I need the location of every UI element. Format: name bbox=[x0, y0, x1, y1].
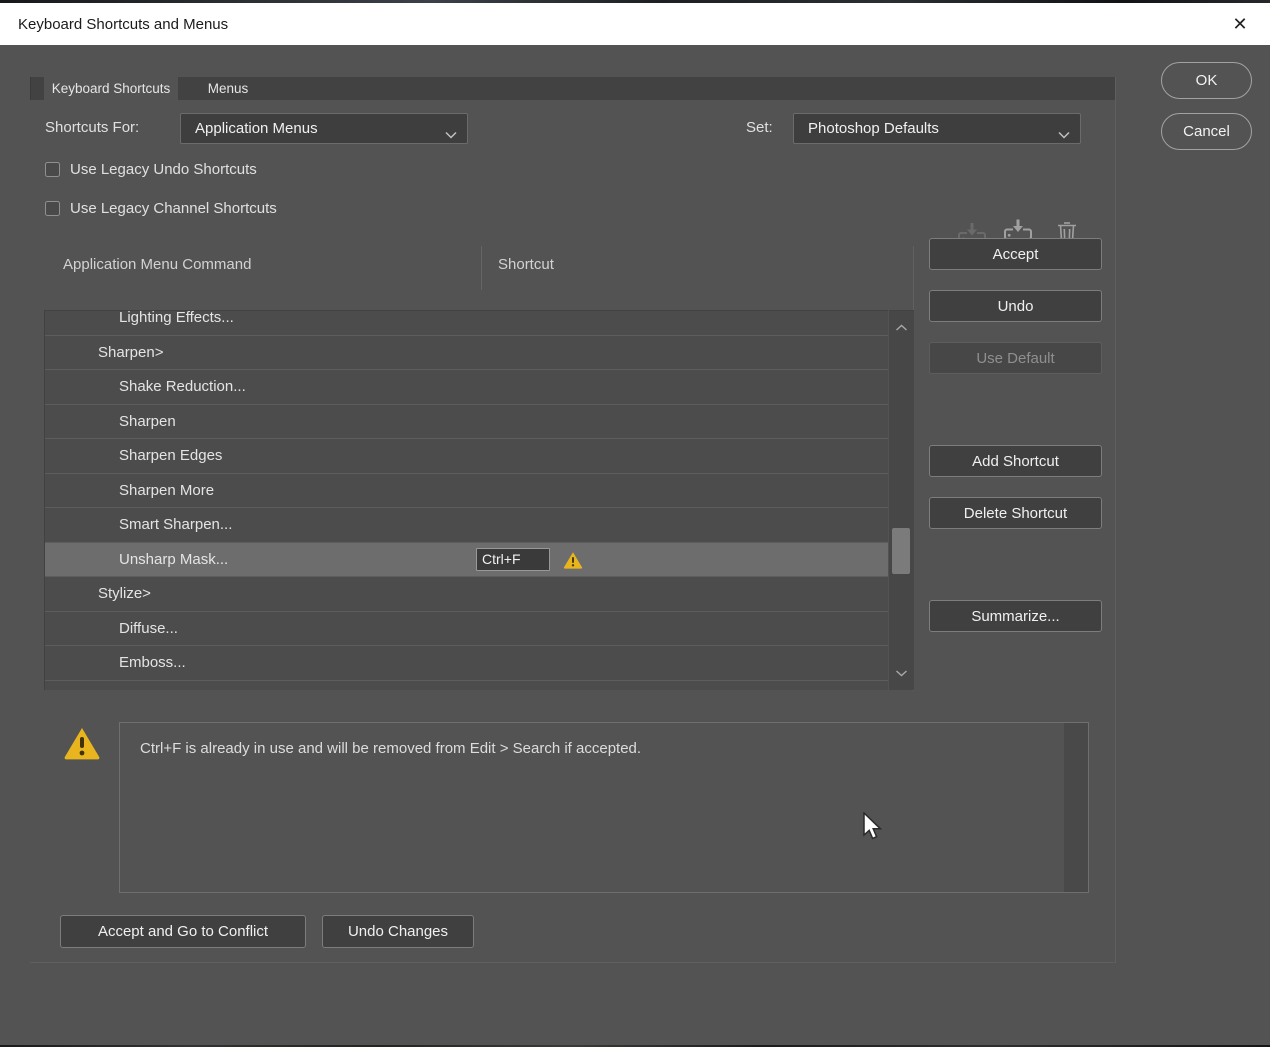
column-header-command: Application Menu Command bbox=[63, 256, 252, 273]
chevron-down-icon bbox=[445, 126, 457, 143]
close-icon[interactable]: ✕ bbox=[1214, 3, 1266, 45]
row-label: Extrude... bbox=[45, 689, 183, 690]
row-label: Smart Sharpen... bbox=[119, 516, 233, 534]
legacy-undo-row: Use Legacy Undo Shortcuts bbox=[45, 160, 257, 178]
row-label: Sharpen More bbox=[119, 481, 215, 499]
table-row[interactable]: Sharpen Edges bbox=[45, 439, 888, 474]
warning-icon bbox=[63, 726, 101, 765]
row-label: Sharpen> bbox=[98, 343, 164, 361]
table-row[interactable]: Emboss... bbox=[45, 646, 888, 681]
table-row[interactable]: Lighting Effects... bbox=[45, 310, 888, 336]
row-label: Sharpen bbox=[119, 412, 176, 430]
summarize-button[interactable]: Summarize... bbox=[929, 600, 1102, 632]
message-scrollbar-track[interactable] bbox=[1064, 723, 1088, 892]
undo-button[interactable]: Undo bbox=[929, 290, 1102, 322]
row-label: Diffuse... bbox=[119, 619, 178, 637]
legacy-undo-checkbox[interactable] bbox=[45, 161, 60, 177]
legacy-undo-label: Use Legacy Undo Shortcuts bbox=[70, 160, 257, 178]
bottom-divider bbox=[30, 962, 1116, 963]
conflict-message-panel: Ctrl+F is already in use and will be rem… bbox=[119, 722, 1089, 893]
add-shortcut-button[interactable]: Add Shortcut bbox=[929, 445, 1102, 477]
list-scrollbar[interactable] bbox=[889, 310, 914, 690]
row-label: Shake Reduction... bbox=[119, 378, 246, 396]
legacy-channel-row: Use Legacy Channel Shortcuts bbox=[45, 199, 277, 217]
shortcuts-for-dropdown[interactable]: Application Menus bbox=[180, 113, 468, 144]
legacy-channel-checkbox[interactable] bbox=[45, 200, 60, 216]
table-row[interactable]: Diffuse... bbox=[45, 612, 888, 646]
tab-menus[interactable]: Menus bbox=[194, 77, 262, 100]
chevron-down-icon bbox=[1058, 126, 1070, 143]
command-list: Lighting Effects... Sharpen> Shake Reduc… bbox=[44, 310, 888, 690]
titlebar: Keyboard Shortcuts and Menus ✕ bbox=[0, 3, 1270, 45]
table-row[interactable]: Shake Reduction... bbox=[45, 370, 888, 405]
command-rows: Lighting Effects... Sharpen> Shake Reduc… bbox=[45, 310, 888, 690]
column-header-shortcut: Shortcut bbox=[498, 256, 554, 273]
scroll-up-icon[interactable] bbox=[895, 319, 908, 337]
row-label: Stylize> bbox=[98, 585, 151, 603]
window-title: Keyboard Shortcuts and Menus bbox=[18, 15, 229, 33]
shortcuts-for-label: Shortcuts For: bbox=[45, 119, 140, 136]
table-row-selected[interactable]: Unsharp Mask... bbox=[45, 542, 888, 577]
table-row[interactable]: Sharpen bbox=[45, 405, 888, 439]
legacy-channel-label: Use Legacy Channel Shortcuts bbox=[70, 199, 277, 217]
scrollbar-thumb[interactable] bbox=[892, 528, 910, 574]
table-row[interactable]: Sharpen More bbox=[45, 474, 888, 508]
set-label: Set: bbox=[746, 119, 773, 136]
accept-button[interactable]: Accept bbox=[929, 238, 1102, 270]
set-dropdown[interactable]: Photoshop Defaults bbox=[793, 113, 1081, 144]
use-default-button: Use Default bbox=[929, 342, 1102, 374]
content-right-divider bbox=[1115, 77, 1116, 962]
shortcut-input[interactable] bbox=[476, 547, 550, 571]
column-divider bbox=[481, 246, 482, 290]
row-label: Lighting Effects... bbox=[119, 310, 234, 327]
table-row[interactable]: Smart Sharpen... bbox=[45, 508, 888, 543]
scroll-down-icon[interactable] bbox=[895, 664, 908, 682]
table-row[interactable]: Extrude... bbox=[45, 681, 888, 690]
accept-and-go-to-conflict-button[interactable]: Accept and Go to Conflict bbox=[60, 915, 306, 948]
conflict-message: Ctrl+F is already in use and will be rem… bbox=[140, 740, 642, 757]
set-value: Photoshop Defaults bbox=[808, 120, 939, 137]
undo-changes-button[interactable]: Undo Changes bbox=[322, 915, 474, 948]
shortcuts-for-value: Application Menus bbox=[195, 120, 318, 137]
tab-keyboard-shortcuts[interactable]: Keyboard Shortcuts bbox=[44, 77, 178, 100]
row-label: Unsharp Mask... bbox=[119, 550, 229, 568]
row-label: Emboss... bbox=[119, 654, 186, 672]
keyboard-shortcuts-dialog: Keyboard Shortcuts Menus Shortcuts For: … bbox=[0, 45, 1270, 1045]
conflict-warning-icon bbox=[563, 551, 583, 573]
cancel-button[interactable]: Cancel bbox=[1161, 113, 1252, 150]
row-label: Sharpen Edges bbox=[119, 447, 223, 465]
table-row[interactable]: Stylize> bbox=[45, 577, 888, 612]
ok-button[interactable]: OK bbox=[1161, 62, 1252, 99]
delete-shortcut-button[interactable]: Delete Shortcut bbox=[929, 497, 1102, 529]
tab-strip: Keyboard Shortcuts Menus bbox=[30, 77, 1116, 100]
table-row[interactable]: Sharpen> bbox=[45, 336, 888, 370]
